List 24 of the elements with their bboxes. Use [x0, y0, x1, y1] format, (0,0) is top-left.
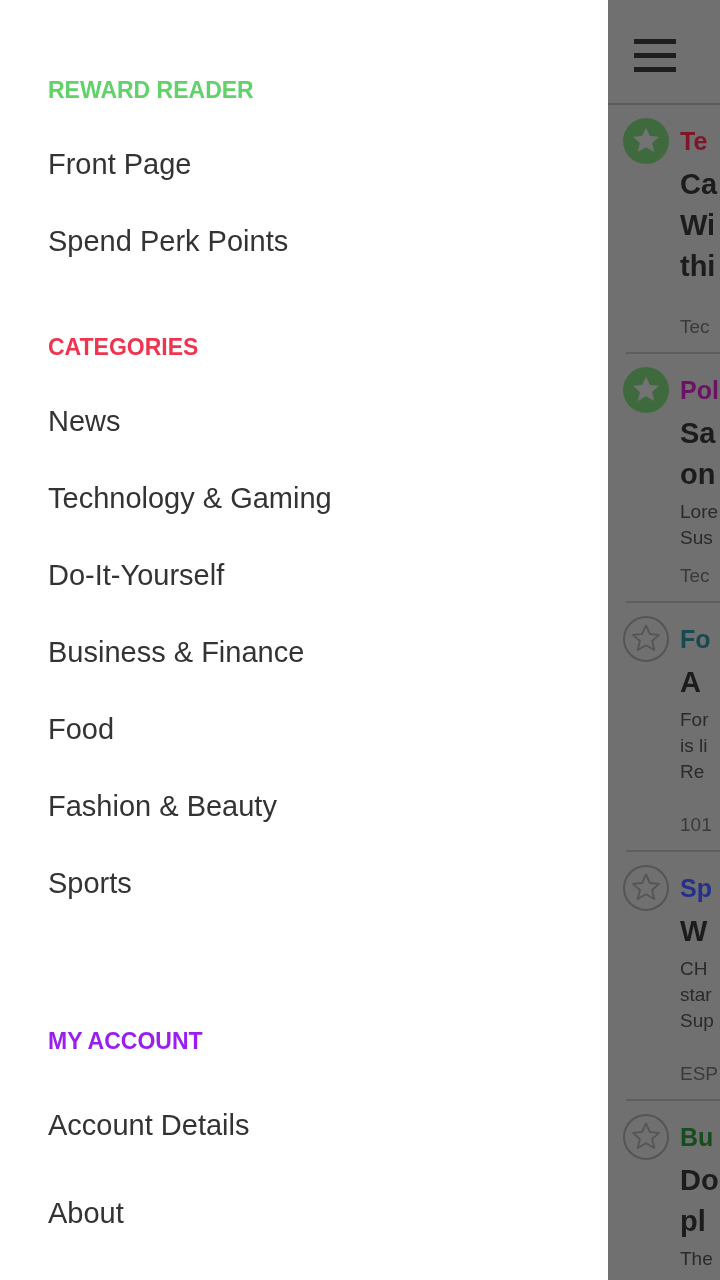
article-summary: For is li Re — [680, 708, 710, 784]
menu-item[interactable]: Fashion & Beauty — [48, 784, 277, 828]
menu-item[interactable]: Technology & Gaming — [48, 476, 332, 520]
article-summary: CH star Sup — [680, 957, 715, 1033]
menu-item[interactable]: Business & Finance — [48, 630, 305, 674]
menu-item[interactable]: Spend Perk Points — [48, 219, 289, 263]
article-headline: Ca Wi thi — [680, 167, 719, 284]
article-summary: The — [680, 1247, 714, 1271]
section-heading: REWARD READER — [48, 76, 254, 105]
menu-item[interactable]: Food — [48, 707, 115, 751]
menu-item[interactable]: Do-It-Yourself — [48, 553, 225, 597]
menu-item[interactable]: Sports — [48, 861, 132, 905]
article-summary: Lore Sus — [680, 500, 720, 550]
article-headline: W — [680, 914, 709, 949]
menu-item[interactable]: Account Details — [48, 1103, 250, 1147]
menu-item[interactable]: News — [48, 399, 121, 443]
section-heading: CATEGORIES — [48, 333, 199, 362]
article-headline: A — [680, 665, 702, 700]
menu-item[interactable]: About — [48, 1191, 124, 1235]
article-headline: Sa on — [680, 416, 717, 492]
menu-item[interactable]: Front Page — [48, 142, 192, 186]
article-headline: Do pl — [680, 1163, 720, 1239]
section-heading: MY ACCOUNT — [48, 1027, 203, 1056]
menu-icon[interactable] — [634, 39, 676, 72]
